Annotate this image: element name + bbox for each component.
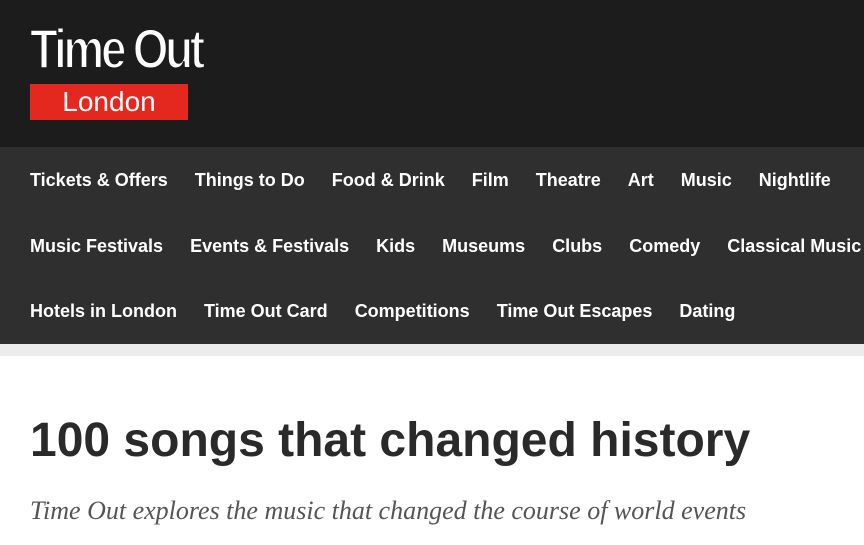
nav-item-clubs[interactable]: Clubs <box>552 236 602 257</box>
nav-item-dating[interactable]: Dating <box>679 301 735 322</box>
nav-item-music-festivals[interactable]: Music Festivals <box>30 236 163 257</box>
site-header: Time Out London <box>0 0 864 147</box>
nav-item-music[interactable]: Music <box>681 170 732 191</box>
nav-item-theatre[interactable]: Theatre <box>536 170 601 191</box>
nav-row-1: Tickets & Offers Things to Do Food & Dri… <box>0 147 864 213</box>
nav-row-2: Music Festivals Events & Festivals Kids … <box>0 213 864 279</box>
nav-divider <box>0 344 864 356</box>
logo-city-label: London <box>30 84 188 120</box>
nav-item-time-out-escapes[interactable]: Time Out Escapes <box>497 301 653 322</box>
logo-wordmark: Time Out <box>29 16 206 81</box>
nav-item-tickets-offers[interactable]: Tickets & Offers <box>30 170 168 191</box>
nav-item-food-drink[interactable]: Food & Drink <box>332 170 445 191</box>
nav-item-nightlife[interactable]: Nightlife <box>759 170 831 191</box>
nav-item-art[interactable]: Art <box>628 170 654 191</box>
nav-item-comedy[interactable]: Comedy <box>629 236 700 257</box>
nav-item-things-to-do[interactable]: Things to Do <box>195 170 305 191</box>
nav-item-museums[interactable]: Museums <box>442 236 525 257</box>
article-title: 100 songs that changed history <box>30 414 751 467</box>
nav-item-events-festivals[interactable]: Events & Festivals <box>190 236 349 257</box>
nav-item-time-out-card[interactable]: Time Out Card <box>204 301 328 322</box>
time-out-london-logo[interactable]: Time Out London <box>29 16 206 120</box>
nav-row-3: Hotels in London Time Out Card Competiti… <box>0 278 864 344</box>
article-subtitle: Time Out explores the music that changed… <box>30 496 747 525</box>
nav-item-hotels-in-london[interactable]: Hotels in London <box>30 301 177 322</box>
nav-item-classical-music[interactable]: Classical Music <box>727 236 861 257</box>
nav-item-kids[interactable]: Kids <box>376 236 415 257</box>
nav-item-competitions[interactable]: Competitions <box>355 301 470 322</box>
main-navigation: Tickets & Offers Things to Do Food & Dri… <box>0 147 864 344</box>
nav-item-film[interactable]: Film <box>472 170 509 191</box>
